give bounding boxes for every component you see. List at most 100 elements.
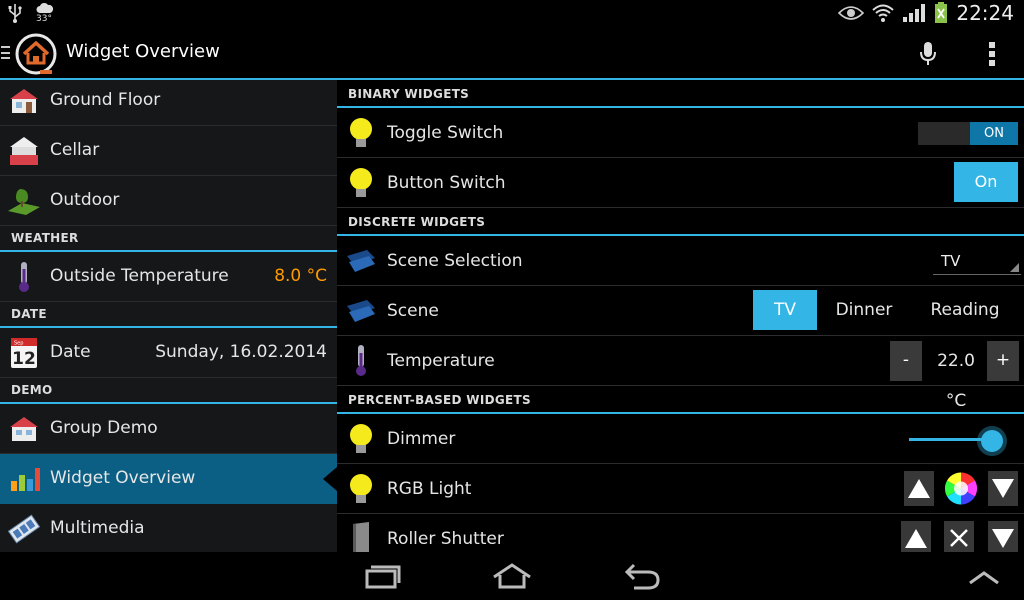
- back-icon[interactable]: [620, 561, 664, 591]
- sidebar-item-outdoor[interactable]: Outdoor: [0, 176, 337, 226]
- slider-thumb[interactable]: [981, 430, 1004, 452]
- status-bar: 33° 22:24: [0, 0, 1024, 26]
- row-roller-shutter: Roller Shutter: [337, 514, 1024, 552]
- microphone-icon[interactable]: [914, 40, 942, 68]
- section-header-percent: PERCENT-BASED WIDGETS: [337, 386, 1024, 414]
- outside-temperature-value: 8.0 °C: [274, 266, 327, 286]
- decrease-button[interactable]: -: [890, 341, 922, 381]
- up-arrow-icon: [905, 529, 927, 548]
- sidebar-item-date[interactable]: Sep 12 Date Sunday, 16.02.2014: [0, 328, 337, 378]
- section-header-label: DISCRETE WIDGETS: [348, 215, 486, 229]
- selected-caret: [323, 467, 337, 491]
- sidebar-item-cellar[interactable]: Cellar: [0, 126, 337, 176]
- sidebar-item-label: Date: [50, 342, 91, 362]
- weather-cloud-icon: [36, 2, 54, 13]
- row-label: Scene Selection: [387, 251, 523, 271]
- house-icon: [10, 137, 38, 165]
- slider-track: [909, 438, 993, 441]
- dropdown-corner-icon: [1010, 263, 1019, 272]
- lightbulb-icon: [350, 424, 372, 453]
- status-temperature: 33°: [36, 14, 52, 24]
- button-switch-on[interactable]: On: [954, 162, 1018, 202]
- overflow-menu-icon[interactable]: [980, 40, 1004, 68]
- recent-apps-icon[interactable]: [361, 561, 405, 591]
- rgb-color-button[interactable]: [944, 471, 978, 506]
- scene-icon: [347, 300, 375, 322]
- sidebar-item-multimedia[interactable]: Multimedia: [0, 504, 337, 552]
- chart-icon: [11, 468, 40, 491]
- toggle-state: ON: [970, 122, 1018, 145]
- shutter-stop-button[interactable]: [944, 521, 974, 552]
- thermometer-icon: [356, 345, 366, 376]
- rgb-up-button[interactable]: [904, 471, 934, 506]
- shutter-up-button[interactable]: [901, 521, 931, 552]
- down-arrow-icon: [992, 529, 1014, 548]
- rollershutter-icon: [353, 522, 369, 552]
- lightbulb-icon: [350, 474, 372, 503]
- weather-widget: 33°: [34, 0, 56, 26]
- dimmer-slider[interactable]: [909, 430, 1007, 452]
- sidebar-item-group-demo[interactable]: Group Demo: [0, 404, 337, 454]
- thermometer-icon: [19, 262, 29, 292]
- sidebar-item-label: Group Demo: [50, 418, 158, 438]
- sidebar-item-outside-temperature[interactable]: Outside Temperature 8.0 °C: [0, 252, 337, 302]
- row-label: Button Switch: [387, 173, 506, 193]
- stop-x-icon: [950, 529, 968, 547]
- row-label: Toggle Switch: [387, 123, 504, 143]
- drawer-indicator-icon[interactable]: [1, 46, 10, 59]
- row-label: Scene: [387, 301, 439, 321]
- sidebar-item-label: Ground Floor: [50, 90, 161, 110]
- shutter-down-button[interactable]: [988, 521, 1018, 552]
- increase-button[interactable]: +: [987, 341, 1019, 381]
- rgb-down-button[interactable]: [988, 471, 1018, 506]
- sidebar-item-ground-floor[interactable]: Ground Floor: [0, 80, 337, 126]
- scene-icon: [347, 250, 375, 272]
- row-rgb-light: RGB Light: [337, 464, 1024, 514]
- color-wheel-icon: [944, 472, 978, 505]
- calendar-icon: Sep 12: [11, 338, 37, 369]
- row-toggle-switch: Toggle Switch ON: [337, 108, 1024, 158]
- calendar-number: 12: [12, 349, 36, 369]
- scene-option-reading[interactable]: Reading: [911, 290, 1019, 330]
- row-label: Roller Shutter: [387, 529, 504, 549]
- section-header-label: WEATHER: [11, 231, 79, 245]
- sidebar-item-label: Cellar: [50, 140, 100, 160]
- widget-list: BINARY WIDGETS Toggle Switch ON Button S…: [337, 80, 1024, 552]
- section-header-demo: DEMO: [0, 378, 337, 404]
- section-header-date: DATE: [0, 302, 337, 328]
- toggle-switch[interactable]: ON: [918, 122, 1018, 145]
- sidebar-item-label: Outside Temperature: [50, 266, 229, 286]
- row-label: Dimmer: [387, 429, 456, 449]
- up-caret-icon[interactable]: [962, 561, 1006, 591]
- section-header-weather: WEATHER: [0, 226, 337, 252]
- home-icon[interactable]: [490, 561, 534, 591]
- status-clock: 22:24: [956, 1, 1014, 25]
- calendar-month: Sep: [14, 341, 23, 347]
- section-header-discrete: DISCRETE WIDGETS: [337, 208, 1024, 236]
- lightbulb-icon: [350, 168, 372, 197]
- battery-icon: [935, 2, 948, 23]
- scene-option-tv[interactable]: TV: [753, 290, 817, 330]
- scene-option-dinner[interactable]: Dinner: [817, 290, 911, 330]
- row-label: RGB Light: [387, 479, 472, 499]
- eye-icon: [838, 6, 865, 20]
- sidebar-item-widget-overview[interactable]: Widget Overview: [0, 454, 337, 504]
- up-arrow-icon: [908, 479, 930, 498]
- scene-segmented-control: TV Dinner Reading: [753, 290, 1019, 330]
- lightbulb-icon: [350, 118, 372, 147]
- section-header-label: BINARY WIDGETS: [348, 87, 470, 101]
- scene-selection-dropdown[interactable]: TV: [933, 249, 1021, 275]
- navigation-drawer: Ground Floor Cellar Outdoor WEATHER Outs…: [0, 80, 337, 552]
- openhab-home-logo[interactable]: [14, 32, 58, 76]
- house-icon: [10, 89, 38, 113]
- row-temperature: Temperature - 22.0 °C +: [337, 336, 1024, 411]
- house-icon: [10, 417, 38, 441]
- section-header-label: PERCENT-BASED WIDGETS: [348, 393, 531, 407]
- row-button-switch: Button Switch On: [337, 158, 1024, 208]
- row-dimmer: Dimmer: [337, 414, 1024, 464]
- signal-icon: [903, 4, 926, 22]
- row-scene-selection: Scene Selection TV: [337, 236, 1024, 286]
- wifi-icon: [872, 4, 895, 22]
- system-navigation-bar: [0, 552, 1024, 600]
- row-label: Temperature: [387, 351, 495, 371]
